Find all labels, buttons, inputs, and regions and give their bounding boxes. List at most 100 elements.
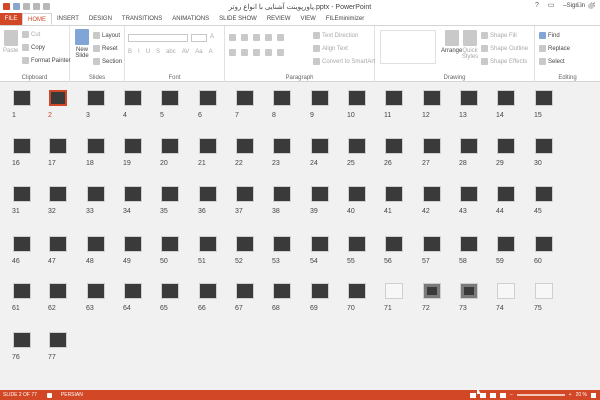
slide-thumbnail[interactable]: [460, 236, 478, 252]
proofing-icon[interactable]: [46, 392, 52, 398]
align-text-button[interactable]: Align Text: [313, 45, 348, 52]
slide-thumbnail[interactable]: [497, 186, 515, 202]
slide-thumbnail[interactable]: [535, 90, 553, 106]
slide-thumbnail[interactable]: [273, 90, 291, 106]
layout-button[interactable]: Layout: [93, 32, 120, 39]
slide-thumbnail[interactable]: [49, 283, 67, 299]
slide-thumbnail[interactable]: [348, 90, 366, 106]
reset-button[interactable]: Reset: [93, 45, 118, 52]
slide-thumbnail[interactable]: [460, 283, 478, 299]
slide-thumbnail[interactable]: [87, 186, 105, 202]
tab-transitions[interactable]: TRANSITIONS: [117, 13, 167, 25]
case-icon[interactable]: Aa: [195, 49, 202, 55]
slide-thumbnail[interactable]: [497, 283, 515, 299]
text-direction-button[interactable]: Text Direction: [313, 32, 358, 39]
slide-thumbnail[interactable]: [13, 236, 31, 252]
decrease-indent-icon[interactable]: [253, 34, 260, 41]
slide-thumbnail[interactable]: [348, 186, 366, 202]
font-color-icon[interactable]: A: [209, 49, 213, 55]
language-indicator[interactable]: PERSIAN: [58, 392, 83, 398]
slide-thumbnail[interactable]: [460, 90, 478, 106]
slide-thumbnail[interactable]: [49, 138, 67, 154]
slide-thumbnail[interactable]: [348, 138, 366, 154]
slide-thumbnail[interactable]: [385, 236, 403, 252]
align-left-icon[interactable]: [229, 49, 236, 56]
slide-thumbnail[interactable]: [49, 236, 67, 252]
select-button[interactable]: Select: [539, 58, 565, 65]
slide-thumbnail[interactable]: [311, 90, 329, 106]
slide-thumbnail[interactable]: [311, 138, 329, 154]
section-button[interactable]: Section: [93, 58, 122, 65]
signin-link[interactable]: Sign in: [567, 3, 585, 9]
slide-thumbnail[interactable]: [460, 138, 478, 154]
slide-thumbnail[interactable]: [348, 236, 366, 252]
slide-thumbnail[interactable]: [49, 332, 67, 348]
slide-thumbnail[interactable]: [87, 138, 105, 154]
zoom-out-button[interactable]: –: [510, 392, 513, 398]
find-button[interactable]: Find: [539, 32, 560, 39]
grow-font-icon[interactable]: A: [210, 34, 214, 40]
increase-indent-icon[interactable]: [265, 34, 272, 41]
strikethrough-icon[interactable]: abc: [166, 49, 176, 55]
format-painter-button[interactable]: Format Painter: [22, 57, 71, 64]
slide-thumbnail[interactable]: [423, 90, 441, 106]
tab-review[interactable]: REVIEW: [262, 13, 296, 25]
slide-thumbnail[interactable]: [13, 332, 31, 348]
underline-icon[interactable]: U: [146, 49, 150, 55]
slide-thumbnail[interactable]: [199, 186, 217, 202]
copy-button[interactable]: Copy: [22, 44, 45, 51]
quick-styles-button[interactable]: Quick Styles: [461, 30, 479, 60]
slide-thumbnail[interactable]: [13, 186, 31, 202]
slide-thumbnail[interactable]: [535, 138, 553, 154]
cut-button[interactable]: Cut: [22, 31, 40, 38]
slide-thumbnail[interactable]: [497, 138, 515, 154]
numbering-icon[interactable]: [241, 34, 248, 41]
shadow-icon[interactable]: S: [156, 49, 160, 55]
tab-design[interactable]: DESIGN: [84, 13, 117, 25]
slideshow-icon[interactable]: [499, 392, 506, 398]
zoom-in-button[interactable]: +: [569, 392, 572, 398]
slide-thumbnail[interactable]: [236, 236, 254, 252]
tab-home[interactable]: HOME: [22, 13, 52, 25]
tab-slide-show[interactable]: SLIDE SHOW: [214, 13, 262, 25]
slide-thumbnail[interactable]: [13, 283, 31, 299]
tab-file[interactable]: FILE: [0, 13, 22, 25]
slide-thumbnail[interactable]: [311, 236, 329, 252]
slide-thumbnail[interactable]: [236, 90, 254, 106]
slide-thumbnail[interactable]: [348, 283, 366, 299]
italic-icon[interactable]: I: [138, 49, 140, 55]
spacing-icon[interactable]: AV: [182, 49, 190, 55]
normal-view-icon[interactable]: [469, 392, 476, 398]
slide-thumbnail[interactable]: [161, 186, 179, 202]
zoom-level[interactable]: 20 %: [576, 392, 587, 398]
slide-thumbnail[interactable]: [311, 283, 329, 299]
zoom-slider[interactable]: [516, 394, 565, 396]
slide-thumbnail[interactable]: [460, 186, 478, 202]
slide-thumbnail[interactable]: [87, 283, 105, 299]
ribbon-display-icon[interactable]: ▭: [544, 0, 558, 11]
tab-fileminimizer[interactable]: FILEminimizer: [321, 13, 369, 25]
slide-thumbnail[interactable]: [124, 138, 142, 154]
slide-thumbnail[interactable]: [161, 236, 179, 252]
slide-sorter-pane[interactable]: 1 2 3 4 5 6 7 8 9 10 11 12 13 14 15 16 17 18 19 20 21 22 23 24 2…: [0, 82, 600, 390]
shapes-gallery[interactable]: [380, 30, 436, 64]
slide-thumbnail[interactable]: [49, 90, 67, 106]
slide-thumbnail[interactable]: [535, 283, 553, 299]
replace-button[interactable]: Replace: [539, 45, 570, 52]
slide-thumbnail[interactable]: [423, 186, 441, 202]
slide-thumbnail[interactable]: [199, 90, 217, 106]
slide-thumbnail[interactable]: [423, 138, 441, 154]
slide-thumbnail[interactable]: [273, 283, 291, 299]
slide-thumbnail[interactable]: [124, 283, 142, 299]
font-name-input[interactable]: [128, 34, 188, 42]
columns-icon[interactable]: [277, 49, 284, 56]
new-slide-button[interactable]: New Slide: [73, 29, 91, 59]
slide-thumbnail[interactable]: [161, 138, 179, 154]
slide-thumbnail[interactable]: [161, 283, 179, 299]
slide-thumbnail[interactable]: [236, 186, 254, 202]
align-center-icon[interactable]: [241, 49, 248, 56]
slide-thumbnail[interactable]: [124, 236, 142, 252]
slide-thumbnail[interactable]: [13, 138, 31, 154]
avatar-icon[interactable]: [588, 3, 594, 9]
slide-thumbnail[interactable]: [423, 283, 441, 299]
